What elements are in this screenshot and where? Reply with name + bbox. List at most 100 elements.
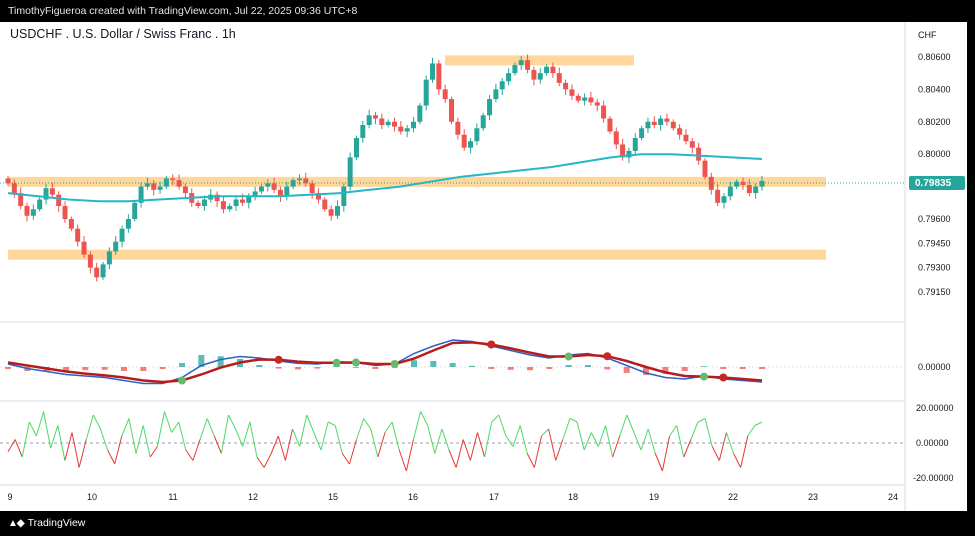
candle-body-63	[404, 128, 410, 132]
osc-segment-64	[455, 439, 464, 468]
currency-label: CHF	[918, 30, 937, 40]
macd-hist-bar-25	[488, 367, 495, 369]
osc-segment-68	[484, 421, 493, 458]
candle-body-73	[468, 141, 474, 148]
osc-segment-60	[427, 425, 436, 454]
macd-hist-bar-8	[159, 367, 166, 369]
osc-segment-106	[754, 421, 763, 426]
osc-segment-58	[412, 411, 422, 440]
candle-body-66	[423, 79, 429, 106]
macd-axis-label: 0.00000	[918, 362, 951, 372]
osc-segment-44	[313, 432, 322, 451]
candle-body-50	[322, 199, 328, 210]
candle-body-16	[106, 251, 112, 265]
osc-segment-8	[57, 425, 66, 461]
osc-segment-32	[228, 414, 237, 430]
footer-brand: TradingView	[27, 517, 86, 529]
osc-segment-66	[469, 432, 478, 461]
osc-segment-31	[220, 414, 230, 454]
osc-segment-63	[448, 449, 457, 468]
osc-segment-33	[235, 428, 244, 447]
macd-cross-dot-18	[352, 358, 360, 367]
osc-segment-36	[256, 456, 265, 468]
candle-body-85	[544, 66, 550, 74]
candle-body-60	[385, 121, 391, 126]
oscillator-series	[7, 411, 763, 472]
candle-body-83	[531, 69, 537, 80]
candle-body-119	[759, 180, 765, 187]
osc-segment-52	[370, 428, 379, 458]
osc-segment-91	[647, 428, 656, 454]
candle-body-12	[81, 241, 87, 255]
macd-hist-bar-18	[353, 367, 359, 368]
time-tick-5: 16	[408, 492, 418, 502]
candle-body-23	[151, 183, 157, 190]
candlestick-series	[5, 54, 765, 282]
candle-body-69	[442, 89, 448, 100]
osc-segment-43	[306, 414, 315, 433]
osc-segment-4	[28, 421, 37, 437]
candle-body-48	[309, 183, 315, 194]
candle-body-24	[157, 186, 163, 190]
candle-body-3	[24, 206, 30, 216]
osc-segment-74	[526, 453, 535, 468]
macd-hist-bar-11	[217, 356, 224, 367]
macd-cross-dot-29	[564, 352, 573, 361]
osc-segment-103	[733, 453, 742, 468]
macd-hist-bar-35	[681, 367, 688, 371]
candle-body-75	[480, 115, 486, 129]
candle-body-108	[689, 141, 695, 148]
candle-body-28	[182, 186, 188, 194]
macd-cross-dot-37	[719, 373, 728, 382]
osc-segment-40	[284, 428, 294, 461]
candle-body-7	[49, 188, 55, 195]
macd-cross-dot-20	[390, 360, 399, 368]
candle-body-19	[125, 218, 131, 229]
chart-svg[interactable]: USDCHF . U.S. Dollar / Swiss Franc . 1h …	[0, 0, 975, 536]
osc-segment-1	[7, 439, 16, 453]
candle-body-31	[201, 199, 207, 207]
osc-segment-71	[505, 435, 514, 447]
chart-title: USDCHF . U.S. Dollar / Swiss Franc . 1h	[10, 27, 236, 41]
macd-hist-bar-23	[449, 363, 456, 367]
macd-hist-bar-4	[82, 367, 89, 371]
osc-segment-21	[149, 446, 158, 458]
candle-body-82	[525, 60, 531, 70]
footer-bar: ▲◆ TradingView	[0, 511, 975, 536]
macd-hist-bar-36	[701, 366, 707, 367]
osc-segment-95	[676, 425, 685, 458]
price-tick-6: 0.79300	[918, 263, 951, 273]
candle-body-81	[518, 60, 524, 66]
candle-body-90	[575, 95, 581, 101]
osc-axis-mid: 0.00000	[916, 438, 949, 448]
osc-segment-50	[356, 418, 365, 440]
osc-segment-51	[363, 418, 372, 430]
candle-body-9	[62, 206, 68, 219]
candle-body-61	[392, 121, 398, 127]
candle-body-112	[715, 189, 721, 203]
osc-segment-23	[164, 411, 173, 433]
osc-segment-89	[633, 432, 642, 451]
osc-segment-92	[654, 453, 663, 472]
osc-segment-2	[14, 439, 23, 458]
time-tick-9: 22	[728, 492, 738, 502]
zone-rect-1	[8, 176, 826, 187]
osc-segment-100	[711, 446, 720, 461]
candle-body-77	[493, 89, 499, 100]
price-tick-3: 0.80000	[918, 149, 951, 159]
macd-hist-bar-30	[585, 365, 591, 367]
candle-body-10	[68, 218, 74, 229]
candle-body-14	[94, 267, 100, 278]
macd-hist-bar-6	[121, 367, 127, 371]
candle-body-102	[651, 121, 657, 126]
osc-segment-76	[541, 428, 549, 437]
osc-segment-3	[21, 421, 30, 458]
macd-cross-dot-14	[274, 355, 283, 364]
osc-segment-104	[740, 435, 749, 468]
osc-segment-99	[704, 418, 713, 447]
candle-body-34	[220, 201, 226, 210]
candle-body-8	[56, 194, 62, 207]
candle-body-72	[461, 134, 467, 148]
candle-body-107	[683, 134, 689, 142]
signal-line	[7, 341, 763, 384]
